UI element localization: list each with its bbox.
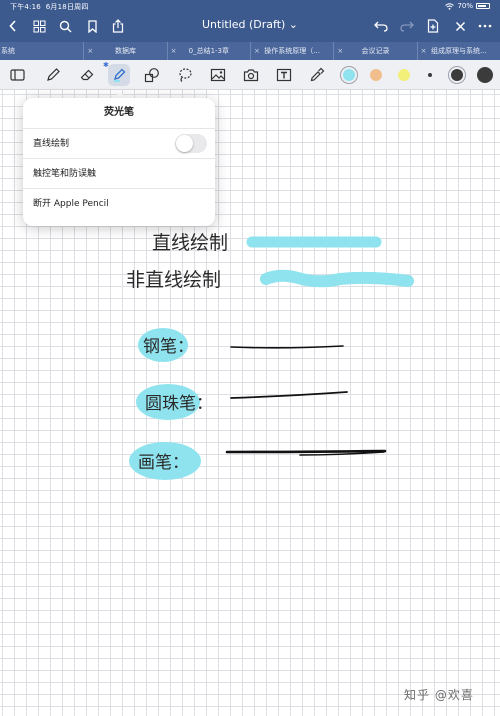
handwriting-pen: 钢笔： — [143, 337, 194, 357]
highlighter-options-popover: 荧光笔 直线绘制 触控笔和防误触 断开 Apple Pencil — [23, 98, 215, 226]
disconnect-pencil-row[interactable]: 断开 Apple Pencil — [23, 188, 215, 218]
stylus-palm-rejection-row[interactable]: 触控笔和防误触 — [23, 158, 215, 188]
handwriting-brush: 画笔： — [138, 453, 189, 473]
straight-line-toggle[interactable] — [175, 134, 207, 153]
brush-stroke — [225, 449, 387, 454]
handwriting-straight: 直线绘制 — [152, 232, 228, 254]
fountain-pen-stroke — [230, 345, 344, 349]
straight-line-label: 直线绘制 — [33, 139, 70, 149]
watermark: 知乎 @欢喜 — [404, 688, 474, 702]
stylus-palm-rejection-label: 触控笔和防误触 — [33, 169, 97, 179]
freehand-highlight-stroke — [260, 269, 414, 288]
handwriting-freehand: 非直线绘制 — [126, 269, 221, 291]
disconnect-pencil-label: 断开 Apple Pencil — [33, 199, 109, 209]
ballpoint-stroke — [230, 391, 348, 399]
handwriting-ballpoint: 圆珠笔： — [145, 394, 213, 414]
straight-line-row: 直线绘制 — [23, 128, 215, 158]
toggle-knob — [176, 135, 193, 152]
popover-title: 荧光笔 — [104, 107, 134, 118]
